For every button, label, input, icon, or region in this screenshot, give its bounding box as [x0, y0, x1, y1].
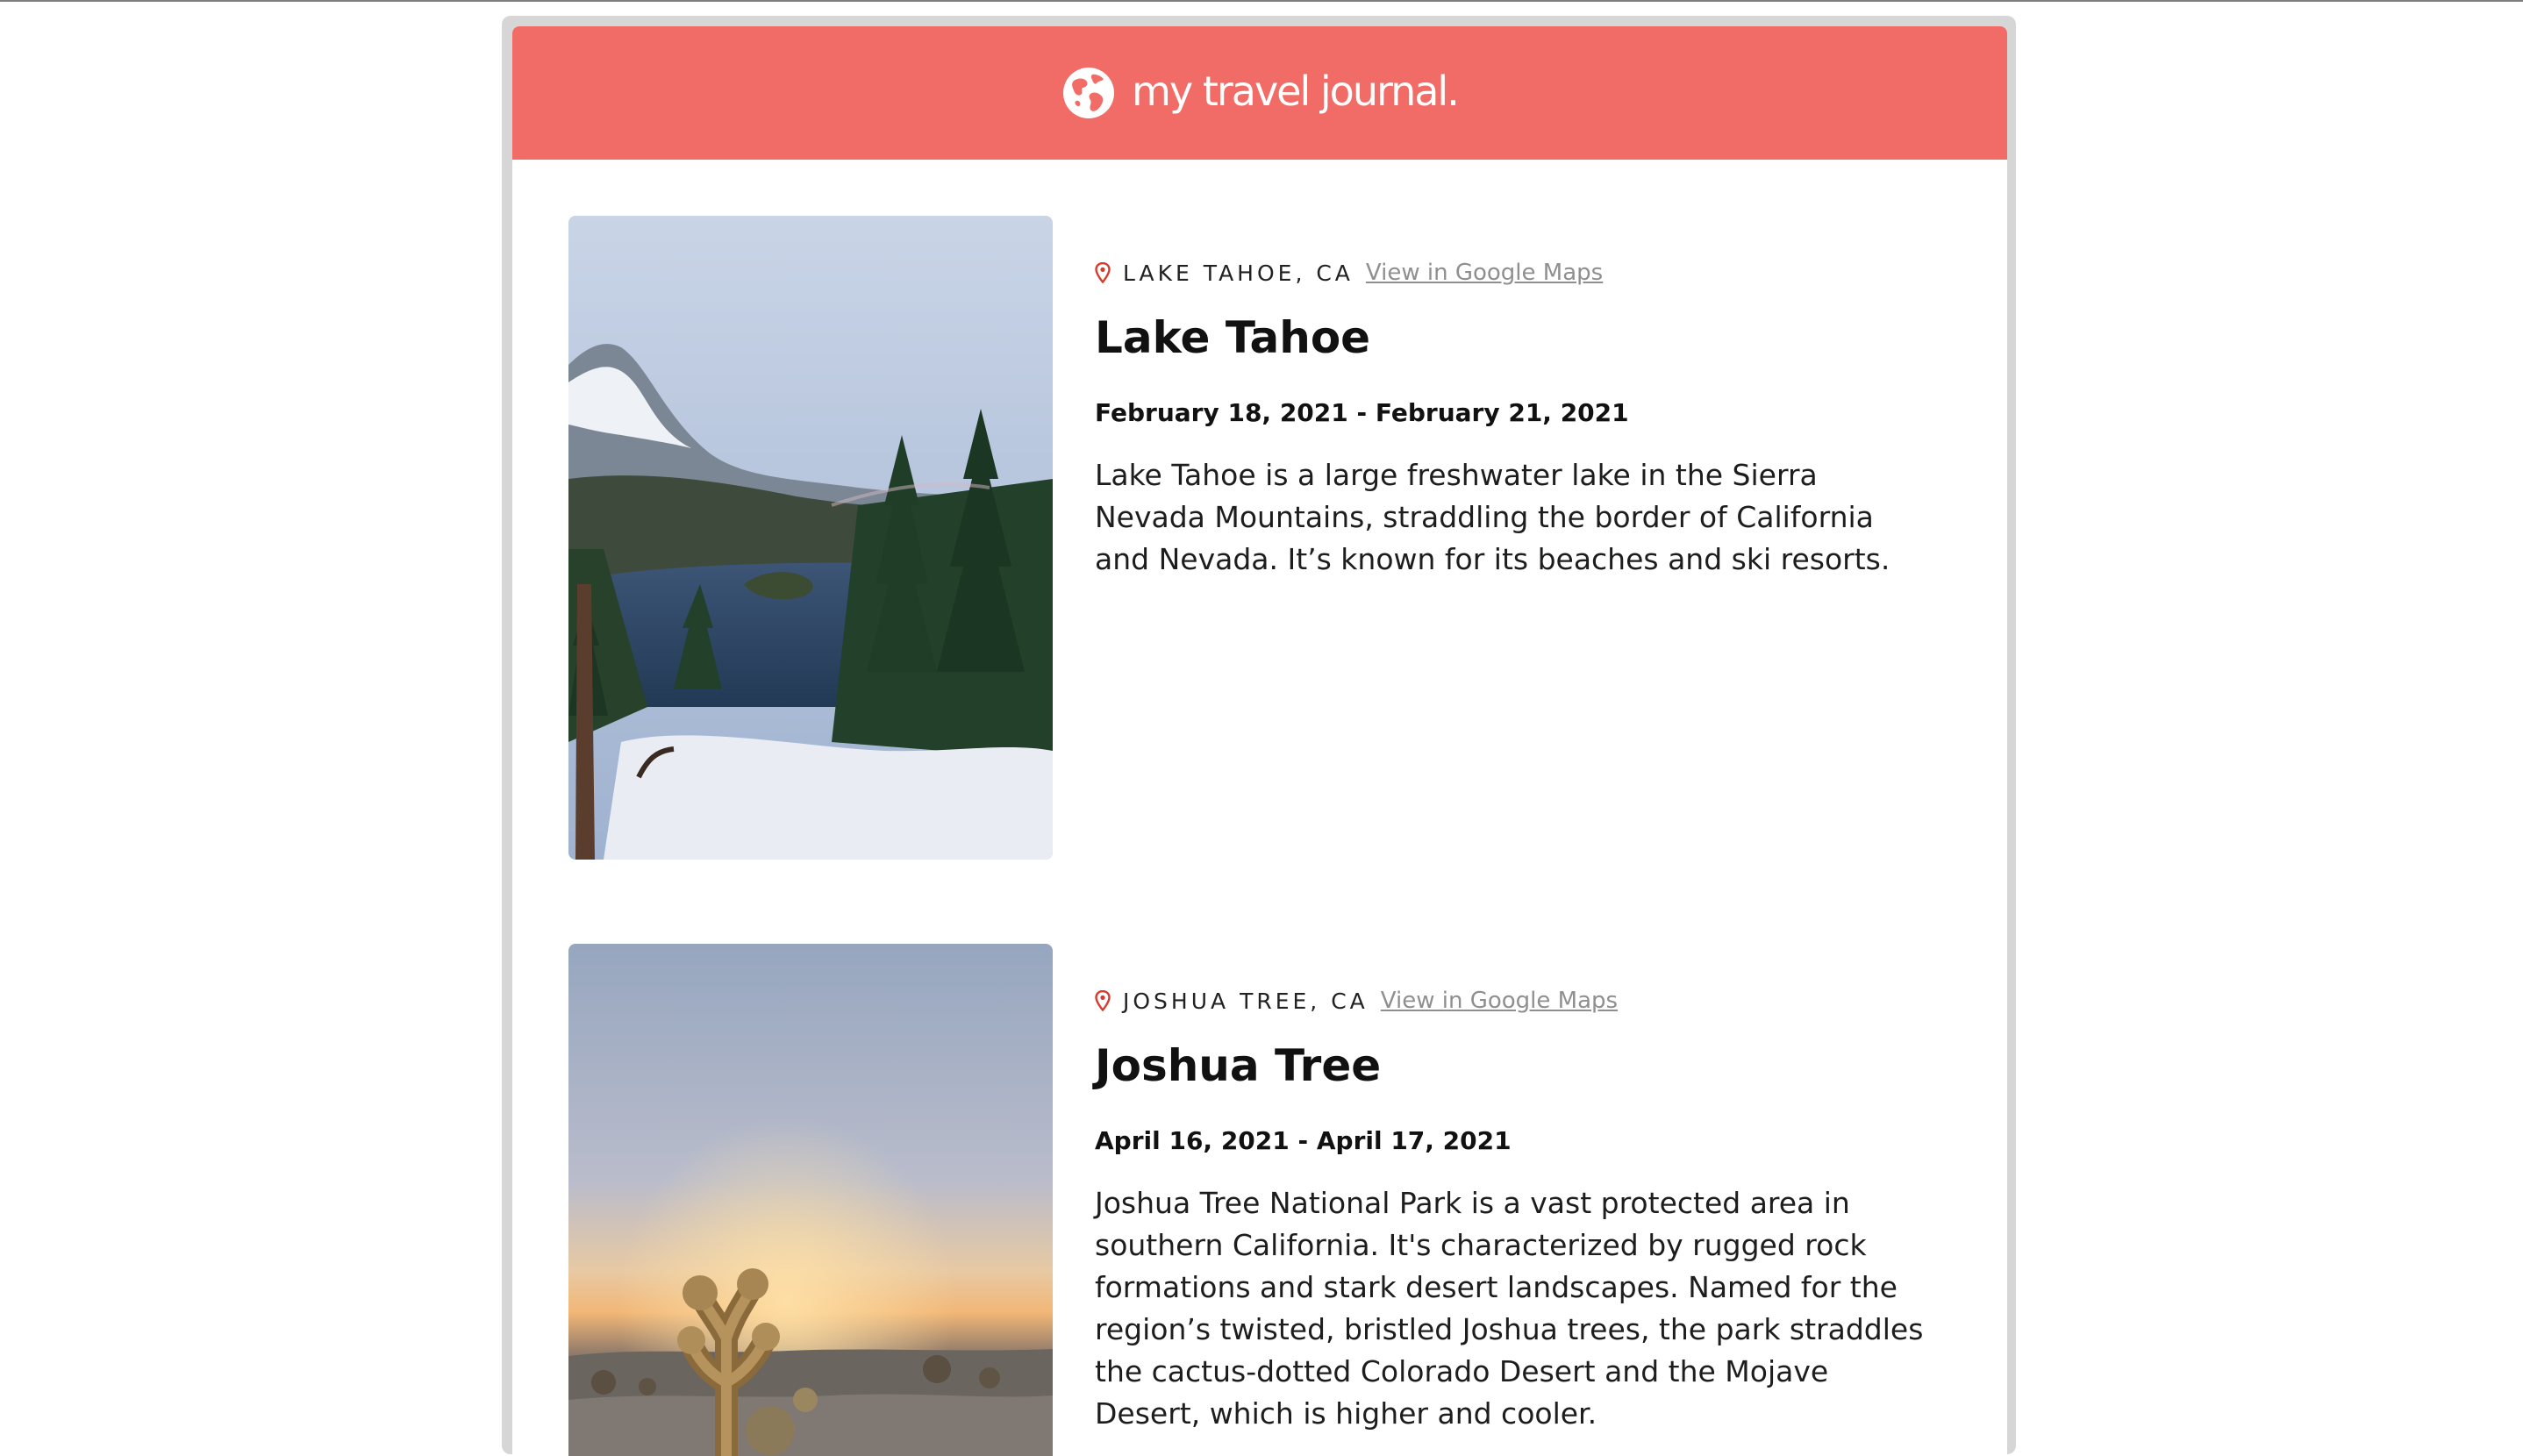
journal-entry-lake-tahoe: LAKE TAHOE, CA View in Google Maps Lake … [568, 216, 1955, 865]
location-label: LAKE TAHOE, CA [1123, 260, 1354, 286]
google-maps-link[interactable]: View in Google Maps [1381, 988, 1618, 1014]
joshua-tree-photo [568, 944, 1053, 1456]
entry-description: Lake Tahoe is a large freshwater lake in… [1095, 458, 1890, 576]
entry-title: Lake Tahoe [1095, 312, 1371, 363]
site-header: my travel journal. [512, 26, 2007, 160]
entry-dates: February 18, 2021 - February 21, 2021 [1095, 398, 1629, 427]
location-row: JOSHUA TREE, CA View in Google Maps [1095, 988, 1618, 1014]
location-pin-icon [1095, 990, 1111, 1011]
top-border [0, 0, 2523, 2]
entry-dates: April 16, 2021 - April 17, 2021 [1095, 1126, 1512, 1155]
location-row: LAKE TAHOE, CA View in Google Maps [1095, 260, 1603, 286]
google-maps-link[interactable]: View in Google Maps [1366, 260, 1603, 286]
location-pin-icon [1095, 262, 1111, 283]
brand-title: my travel journal. [1132, 68, 1460, 115]
lake-tahoe-photo [568, 216, 1053, 860]
globe-icon [1063, 68, 1115, 118]
journal-card: my travel journal. LAKE TAHOE, CA View i… [512, 26, 2007, 1456]
journal-entry-joshua-tree: JOSHUA TREE, CA View in Google Maps Josh… [568, 944, 1955, 1456]
location-label: JOSHUA TREE, CA [1123, 988, 1369, 1014]
entry-title: Joshua Tree [1095, 1040, 1382, 1091]
entry-description: Joshua Tree National Park is a vast prot… [1095, 1186, 1924, 1431]
